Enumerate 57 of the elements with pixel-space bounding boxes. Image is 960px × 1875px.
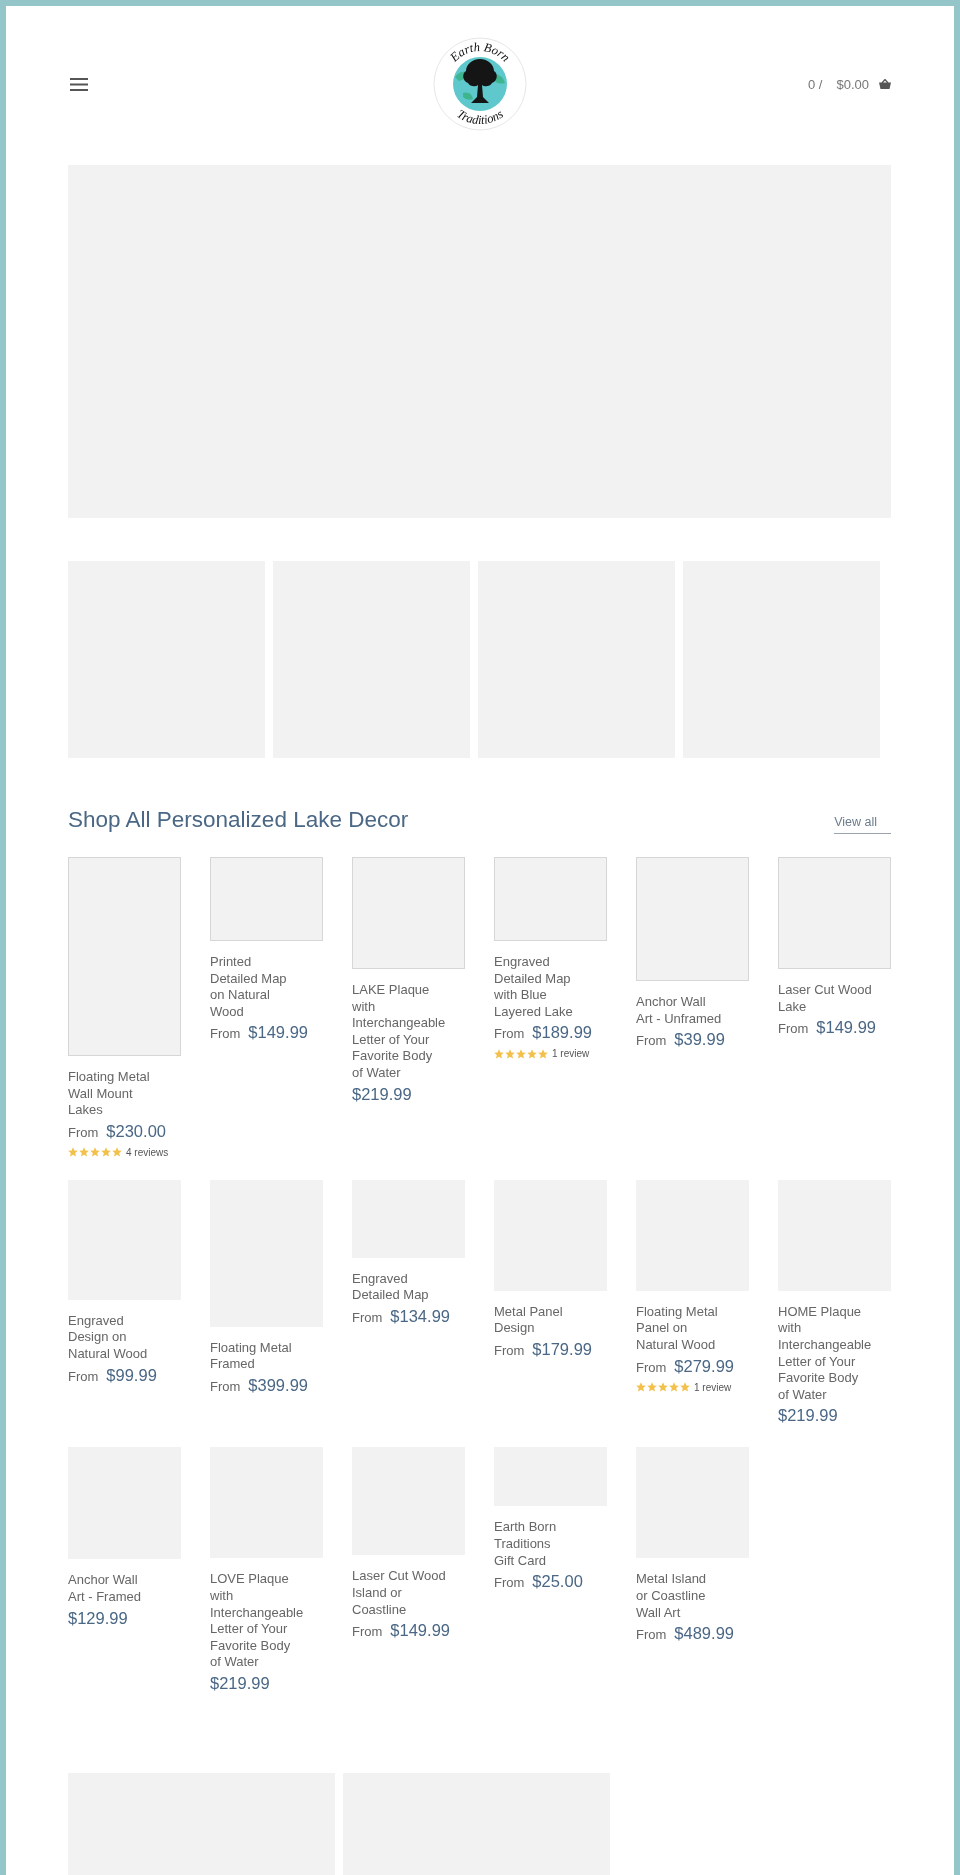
review-count[interactable]: 1 review	[552, 1048, 590, 1060]
collection-title: Shop All Personalized Lake Decor	[68, 807, 409, 833]
product-name[interactable]: Anchor Wall Art - Framed	[68, 1572, 141, 1606]
product-name[interactable]: Metal Island or Coastline Wall Art	[636, 1571, 707, 1622]
product-name[interactable]: Floating Metal Wall Mount Lakes	[68, 1069, 150, 1119]
product-price: $39.99	[674, 1030, 725, 1050]
price-prefix: From	[494, 1575, 525, 1591]
product-name[interactable]: Metal Panel Design	[494, 1303, 563, 1337]
product-price: $99.99	[106, 1365, 157, 1385]
price-prefix: From	[68, 1124, 99, 1140]
price-prefix: From	[494, 1342, 525, 1358]
product-name[interactable]: Engraved Detailed Map with Blue Layered Lake	[494, 954, 573, 1021]
product-price: $179.99	[532, 1339, 592, 1359]
product-name[interactable]: Anchor Wall Art - Unframed	[636, 994, 722, 1028]
product-price: $489.99	[674, 1624, 734, 1644]
product-price: $134.99	[390, 1306, 450, 1326]
product-name[interactable]: Floating Metal Panel on Natural Wood	[636, 1303, 718, 1354]
product-name[interactable]: Engraved Design on Natural Wood	[68, 1312, 148, 1363]
cart-total[interactable]: $0.00	[836, 76, 869, 92]
product-price: $149.99	[390, 1621, 450, 1641]
price-prefix: From	[636, 1627, 667, 1643]
product-name[interactable]: LOVE Plaque with Interchangeable Letter of Your Favorite Body of Water	[210, 1571, 304, 1671]
logo-text: Earth Born	[446, 39, 513, 65]
product-price: $219.99	[210, 1673, 270, 1693]
product-price: $129.99	[68, 1608, 128, 1628]
logo[interactable]: Earth Born Traditions	[432, 37, 527, 131]
product-price: $399.99	[248, 1375, 308, 1395]
product-price: $149.99	[248, 1023, 308, 1043]
view-all-link[interactable]: View all	[834, 814, 891, 834]
price-prefix: From	[636, 1359, 667, 1375]
product-name[interactable]: Engraved Detailed Map	[352, 1270, 429, 1304]
product-name[interactable]: Laser Cut Wood Island or Coastline	[352, 1568, 446, 1619]
price-prefix: From	[778, 1021, 809, 1037]
product-name[interactable]: Laser Cut Wood Lake	[778, 982, 872, 1016]
product-price: $149.99	[816, 1018, 876, 1038]
product-name[interactable]: Floating Metal Framed	[210, 1339, 292, 1373]
price-prefix: From	[636, 1033, 667, 1049]
price-prefix: From	[352, 1624, 383, 1640]
product-name[interactable]: Printed Detailed Map on Natural Wood	[210, 954, 287, 1021]
review-count[interactable]: 4 reviews	[126, 1146, 169, 1158]
product-price: $230.00	[106, 1121, 166, 1141]
product-price: $25.00	[532, 1572, 583, 1592]
price-prefix: From	[210, 1378, 241, 1394]
logo-text: Traditions	[453, 106, 506, 128]
price-prefix: From	[352, 1309, 383, 1325]
price-prefix: From	[68, 1368, 99, 1384]
product-name[interactable]: HOME Plaque with Interchangeable Letter of Your Favorite Body of Water	[778, 1303, 872, 1404]
cart-count[interactable]: 0 /	[808, 76, 823, 92]
product-name[interactable]: Earth Born Traditions Gift Card	[494, 1519, 557, 1570]
product-price: $219.99	[352, 1084, 412, 1104]
price-prefix: From	[494, 1026, 525, 1042]
product-name[interactable]: LAKE Plaque with Interchangeable Letter of Your Favorite Body of Water	[352, 982, 446, 1082]
product-price: $219.99	[778, 1406, 838, 1426]
review-count[interactable]: 1 review	[694, 1381, 732, 1393]
product-price: $189.99	[532, 1023, 592, 1043]
product-price: $279.99	[674, 1356, 734, 1376]
price-prefix: From	[210, 1026, 241, 1042]
